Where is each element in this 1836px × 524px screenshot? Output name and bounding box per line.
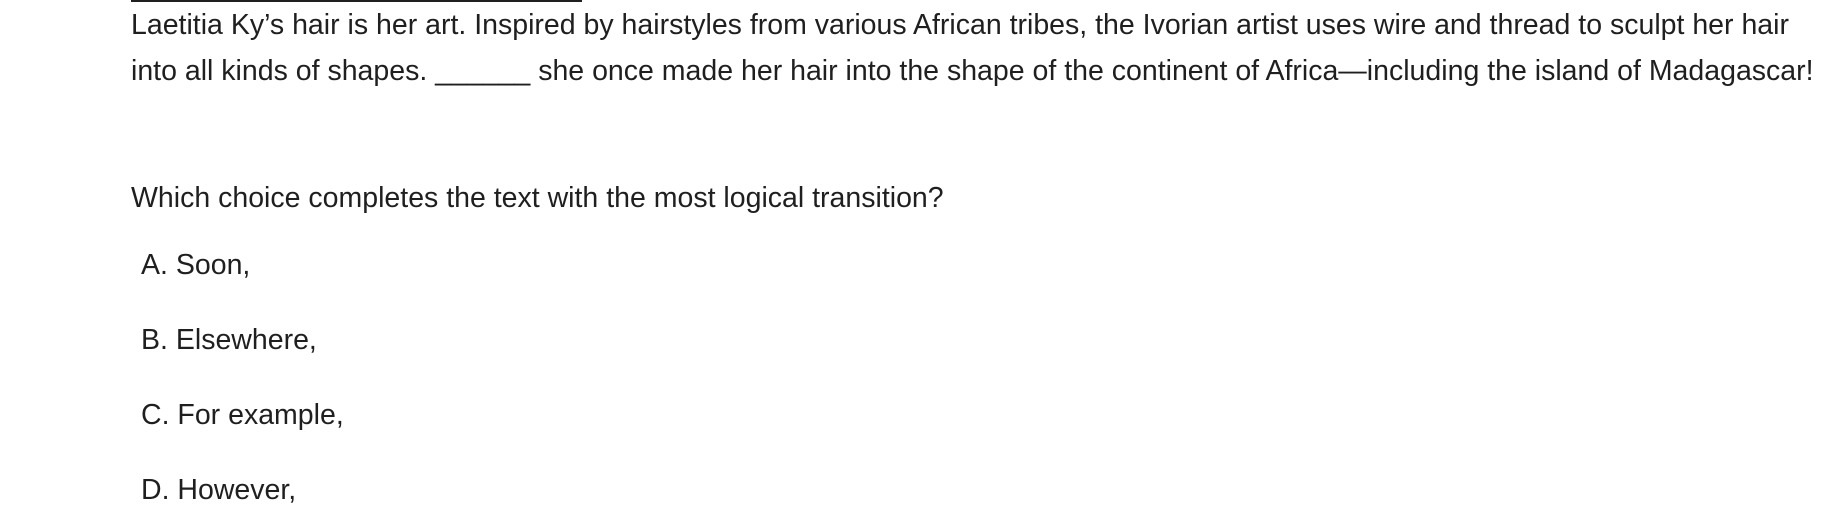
choice-letter: B. <box>141 324 168 356</box>
choice-text: Elsewhere, <box>175 324 317 356</box>
choice-text: However, <box>177 474 297 506</box>
choice-c[interactable]: C. For example, <box>141 392 344 467</box>
choice-text: Soon, <box>175 249 251 281</box>
question-prompt: Which choice completes the text with the… <box>131 182 944 214</box>
choice-b[interactable]: B. Elsewhere, <box>141 317 344 392</box>
answer-choices: A. Soon, B. Elsewhere, C. For example, D. Ho… <box>141 242 344 524</box>
choice-letter: D. <box>141 474 170 506</box>
choice-d[interactable]: D. However, <box>141 467 344 524</box>
choice-text: For example, <box>177 399 344 431</box>
choice-letter: C. <box>141 399 170 431</box>
choice-letter: A. <box>141 249 168 281</box>
choice-a[interactable]: A. Soon, <box>141 242 344 317</box>
passage-text: Laetitia Ky’s hair is her art. Inspired … <box>131 9 1814 87</box>
